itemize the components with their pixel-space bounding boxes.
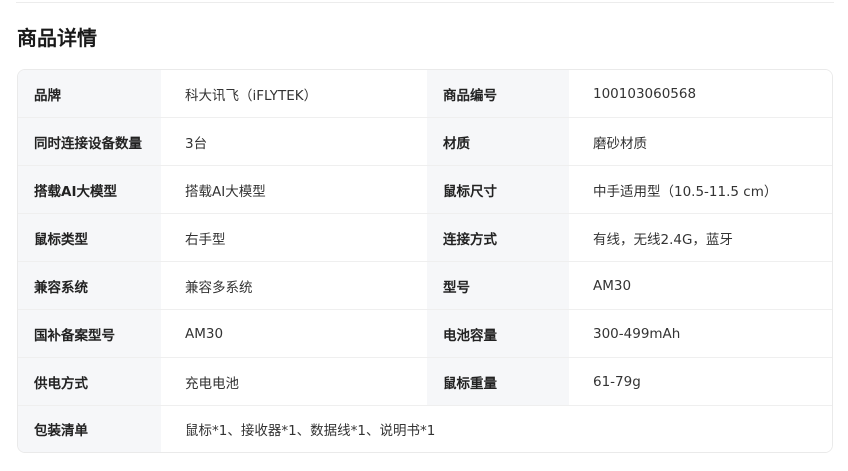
- spec-value: 充电电池: [161, 358, 427, 405]
- spec-value: 右手型: [161, 214, 427, 261]
- spec-value: 搭载AI大模型: [161, 166, 427, 213]
- spec-label: 鼠标类型: [18, 214, 161, 261]
- spec-label: 同时连接设备数量: [18, 118, 161, 165]
- spec-row: 搭载AI大模型 搭载AI大模型 鼠标尺寸 中手适用型（10.5-11.5 cm）: [18, 166, 832, 214]
- spec-label: 鼠标尺寸: [427, 166, 569, 213]
- spec-value: 兼容多系统: [161, 262, 427, 309]
- package-list-label: 包装清单: [18, 406, 161, 452]
- spec-value: 磨砂材质: [569, 118, 832, 165]
- spec-value: 有线，无线2.4G，蓝牙: [569, 214, 832, 261]
- package-list-value: 鼠标*1、接收器*1、数据线*1、说明书*1: [161, 406, 832, 452]
- spec-label: 品牌: [18, 70, 161, 117]
- spec-row: 兼容系统 兼容多系统 型号 AM30: [18, 262, 832, 310]
- spec-row: 供电方式 充电电池 鼠标重量 61-79g: [18, 358, 832, 406]
- spec-row: 国补备案型号 AM30 电池容量 300-499mAh: [18, 310, 832, 358]
- spec-label: 型号: [427, 262, 569, 309]
- spec-label: 搭载AI大模型: [18, 166, 161, 213]
- spec-table: 品牌 科大讯飞（iFLYTEK） 商品编号 100103060568 同时连接设…: [17, 69, 833, 453]
- spec-row: 鼠标类型 右手型 连接方式 有线，无线2.4G，蓝牙: [18, 214, 832, 262]
- spec-label: 材质: [427, 118, 569, 165]
- spec-value: AM30: [161, 310, 427, 357]
- spec-value: 300-499mAh: [569, 310, 832, 357]
- spec-value: AM30: [569, 262, 832, 309]
- spec-label: 兼容系统: [18, 262, 161, 309]
- spec-label: 国补备案型号: [18, 310, 161, 357]
- spec-row-package: 包装清单 鼠标*1、接收器*1、数据线*1、说明书*1: [18, 406, 832, 452]
- spec-value: 100103060568: [569, 70, 832, 117]
- top-divider: [16, 2, 834, 3]
- spec-label: 鼠标重量: [427, 358, 569, 405]
- spec-row: 品牌 科大讯飞（iFLYTEK） 商品编号 100103060568: [18, 70, 832, 118]
- spec-value: 中手适用型（10.5-11.5 cm）: [569, 166, 832, 213]
- spec-label: 供电方式: [18, 358, 161, 405]
- spec-value: 科大讯飞（iFLYTEK）: [161, 70, 427, 117]
- spec-label: 连接方式: [427, 214, 569, 261]
- spec-value: 61-79g: [569, 358, 832, 405]
- spec-label: 商品编号: [427, 70, 569, 117]
- spec-label: 电池容量: [427, 310, 569, 357]
- spec-row: 同时连接设备数量 3台 材质 磨砂材质: [18, 118, 832, 166]
- section-title: 商品详情: [17, 26, 97, 50]
- spec-value: 3台: [161, 118, 427, 165]
